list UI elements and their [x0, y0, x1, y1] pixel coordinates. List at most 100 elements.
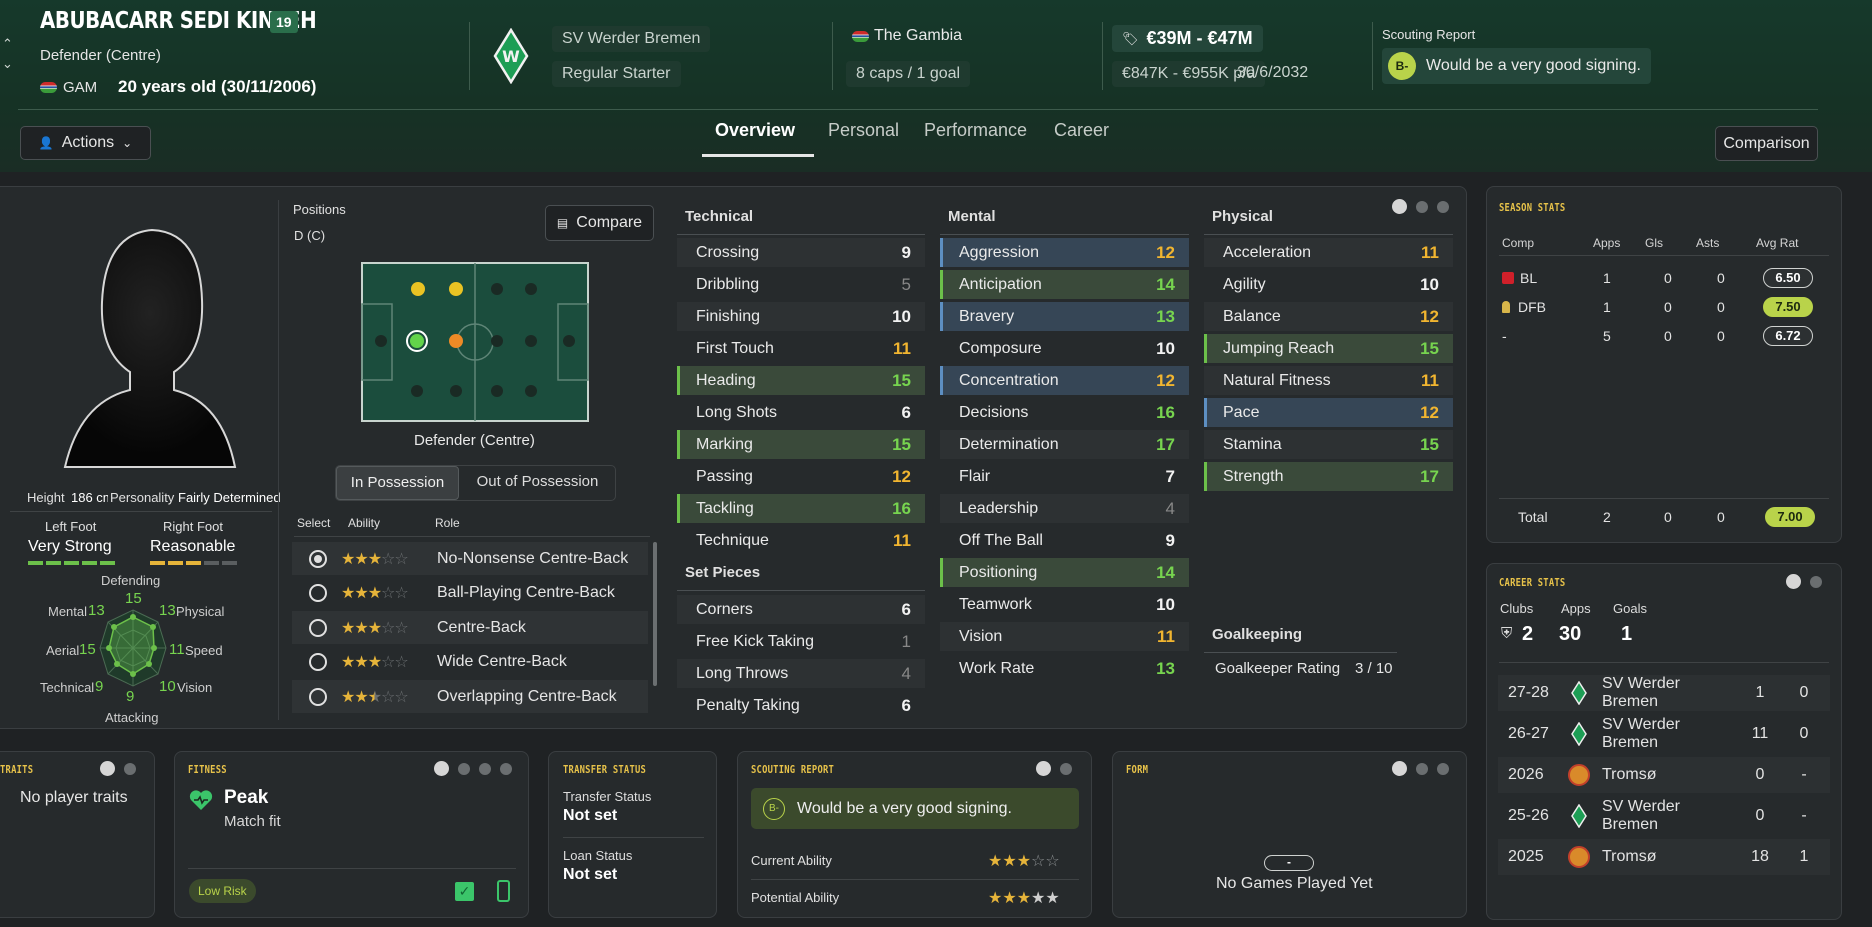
attribute-row[interactable]: Acceleration 11 [1204, 238, 1453, 267]
attribute-row[interactable]: Composure 10 [940, 334, 1189, 363]
contract-end: 30/6/2032 [1237, 64, 1309, 81]
attribute-row[interactable]: Anticipation 14 [940, 270, 1189, 299]
attribute-name: Dribbling [696, 275, 760, 293]
attribute-row[interactable]: Off The Ball 9 [940, 526, 1189, 555]
attribute-row[interactable]: Work Rate 13 [940, 654, 1189, 683]
role-row[interactable]: ★★★☆☆ Wide Centre-Back [292, 646, 648, 679]
attribute-row[interactable]: Balance 12 [1204, 302, 1453, 331]
career-row[interactable]: 25-26 SV Werder Bremen 0 - [1498, 798, 1830, 834]
attribute-row[interactable]: Leadership 4 [940, 494, 1189, 523]
roles-scrollbar[interactable] [653, 542, 657, 686]
attribute-name: Free Kick Taking [696, 632, 814, 650]
role-radio[interactable] [309, 618, 327, 637]
attribute-row[interactable]: Passing 12 [677, 462, 925, 491]
scouting-summary[interactable]: B- Would be a very good signing. [751, 788, 1079, 829]
page-dots[interactable] [1786, 574, 1822, 589]
attribute-row[interactable]: Positioning 14 [940, 558, 1189, 587]
compare-button[interactable]: ▤ Compare [545, 205, 654, 241]
attribute-row[interactable]: Natural Fitness 11 [1204, 366, 1453, 395]
actions-button[interactable]: 👤 Actions ⌄ [20, 126, 151, 160]
attribute-row[interactable]: Long Shots 6 [677, 398, 925, 427]
attribute-value: 6 [901, 402, 911, 422]
nation-name[interactable]: The Gambia [874, 27, 962, 45]
club-name[interactable]: SV Werder Bremen [552, 26, 711, 52]
player-header: ⌃ ⌄ ABUBACARR SEDI KINTEH 19 Defender (C… [0, 0, 1872, 172]
heart-icon [189, 790, 213, 810]
attribute-row[interactable]: Stamina 15 [1204, 430, 1453, 459]
attribute-row[interactable]: Agility 10 [1204, 270, 1453, 299]
roles-header-select: Select [297, 516, 331, 530]
attribute-row[interactable]: Aggression 12 [940, 238, 1189, 267]
role-row[interactable]: ★★★☆☆ No-Nonsense Centre-Back [292, 542, 648, 575]
role-row[interactable]: ★★★☆☆ Overlapping Centre-Back [292, 680, 648, 713]
attribute-row[interactable]: First Touch 11 [677, 334, 925, 363]
tab-performance[interactable]: Performance [924, 120, 1027, 141]
role-radio[interactable] [309, 653, 327, 671]
attribute-row[interactable]: Concentration 12 [940, 366, 1189, 395]
attribute-row[interactable]: Free Kick Taking 1 [677, 627, 925, 656]
page-dots[interactable] [1392, 199, 1449, 214]
attribute-value: 6 [901, 695, 911, 715]
season-comp[interactable]: DFB [1502, 299, 1546, 315]
pitch-caption: Defender (Centre) [414, 432, 535, 449]
tab-career[interactable]: Career [1054, 120, 1109, 141]
attribute-row[interactable]: Marking 15 [677, 430, 925, 459]
svg-text:W: W [502, 47, 520, 66]
in-possession-tab[interactable]: In Possession [336, 466, 459, 500]
role-radio[interactable] [309, 687, 327, 706]
attribute-value: 12 [1420, 402, 1439, 422]
role-row[interactable]: ★★★☆☆ Ball-Playing Centre-Back [292, 577, 648, 610]
page-dots[interactable] [100, 761, 136, 776]
career-row[interactable]: 26-27 SV Werder Bremen 11 0 [1498, 716, 1830, 752]
season-total-label: Total [1518, 509, 1548, 525]
attribute-value: 4 [901, 663, 911, 683]
attribute-row[interactable]: Penalty Taking 6 [677, 691, 925, 720]
attribute-row[interactable]: Determination 17 [940, 430, 1189, 459]
attribute-row[interactable]: Crossing 9 [677, 238, 925, 267]
attribute-row[interactable]: Jumping Reach 15 [1204, 334, 1453, 363]
comparison-button[interactable]: Comparison [1715, 126, 1818, 161]
attribute-row[interactable]: Dribbling 5 [677, 270, 925, 299]
attribute-row[interactable]: Heading 15 [677, 366, 925, 395]
goals-count: 1 [1621, 623, 1633, 645]
attribute-row[interactable]: Vision 11 [940, 622, 1189, 651]
collapse-down-icon[interactable]: ⌄ [2, 56, 13, 72]
attribute-row[interactable]: Decisions 16 [940, 398, 1189, 427]
price-tag-icon: 🏷 [1122, 30, 1139, 46]
attribute-row[interactable]: Teamwork 10 [940, 590, 1189, 619]
season-comp[interactable]: BL [1502, 270, 1537, 286]
squad-status: Regular Starter [552, 61, 681, 87]
position-pitch[interactable] [361, 262, 589, 422]
career-row[interactable]: 2026 Tromsø 0 - [1498, 757, 1830, 793]
attribute-row[interactable]: Tackling 16 [677, 494, 925, 523]
page-dots[interactable] [434, 761, 512, 776]
scouting-report-chip[interactable]: B- Would be a very good signing. [1382, 48, 1651, 84]
season-comp[interactable]: - [1502, 328, 1507, 344]
attribute-row[interactable]: Bravery 13 [940, 302, 1189, 331]
career-row[interactable]: 27-28 SV Werder Bremen 1 0 [1498, 675, 1830, 711]
tab-personal[interactable]: Personal [828, 120, 899, 141]
traits-panel [0, 751, 155, 918]
clubs-label: Clubs [1500, 601, 1534, 616]
attribute-row[interactable]: Corners 6 [677, 595, 925, 624]
page-dots[interactable] [1392, 761, 1449, 776]
divider [278, 200, 279, 720]
attribute-row[interactable]: Long Throws 4 [677, 659, 925, 688]
attribute-row[interactable]: Flair 7 [940, 462, 1189, 491]
out-of-possession-tab[interactable]: Out of Possession [460, 466, 615, 500]
potential-ability-stars: ★★★★★ [988, 890, 1060, 907]
tab-overview[interactable]: Overview [715, 120, 795, 141]
attribute-name: Aggression [959, 243, 1040, 261]
attribute-row[interactable]: Technique 11 [677, 526, 925, 555]
role-row[interactable]: ★★★☆☆ Centre-Back [292, 611, 648, 644]
attribute-row[interactable]: Pace 12 [1204, 398, 1453, 427]
role-radio[interactable] [309, 549, 327, 568]
page-dots[interactable] [1036, 761, 1072, 776]
collapse-up-icon[interactable]: ⌃ [2, 36, 13, 52]
role-radio[interactable] [309, 584, 327, 602]
attribute-row[interactable]: Strength 17 [1204, 462, 1453, 491]
attribute-row[interactable]: Finishing 10 [677, 302, 925, 331]
career-row[interactable]: 2025 Tromsø 18 1 [1498, 839, 1830, 875]
attribute-name: Decisions [959, 403, 1029, 421]
compare-label: Compare [576, 214, 643, 231]
